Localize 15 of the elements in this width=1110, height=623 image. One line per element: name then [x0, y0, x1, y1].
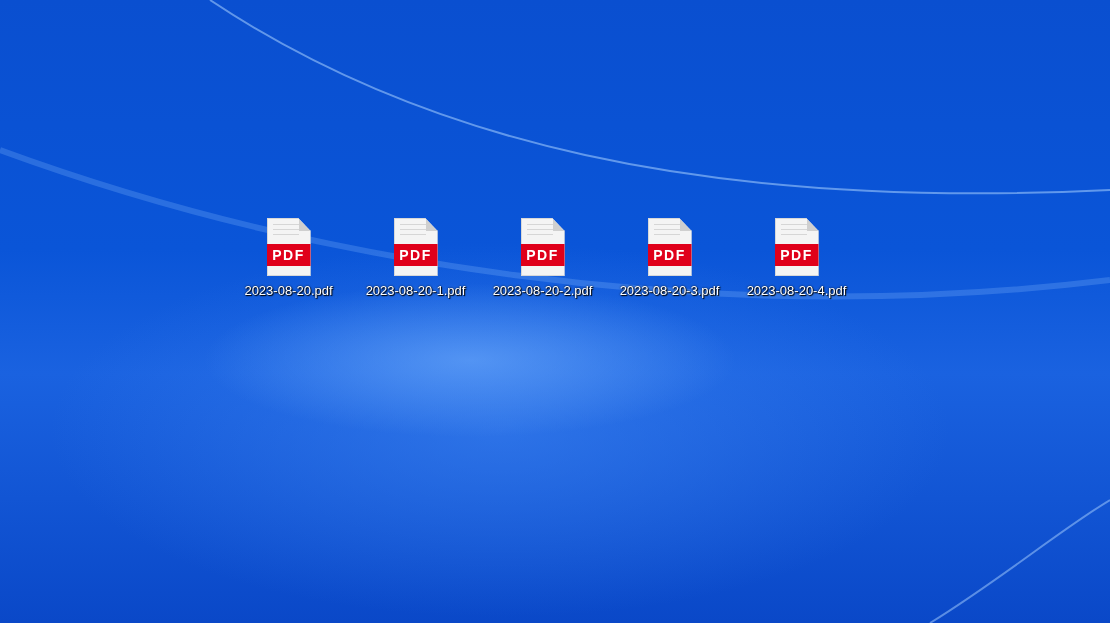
- pdf-file-icon: PDF: [647, 218, 692, 276]
- pdf-file-icon: PDF: [393, 218, 438, 276]
- file-name: 2023-08-20-4.pdf: [746, 283, 847, 298]
- desktop-file-icon[interactable]: PDF 2023-08-20-3.pdf: [606, 218, 733, 298]
- file-name: 2023-08-20-3.pdf: [619, 283, 720, 298]
- desktop-file-icon[interactable]: PDF 2023-08-20.pdf: [225, 218, 352, 298]
- desktop-file-icon[interactable]: PDF 2023-08-20-1.pdf: [352, 218, 479, 298]
- desktop-file-icon[interactable]: PDF 2023-08-20-4.pdf: [733, 218, 860, 298]
- desktop-file-icon[interactable]: PDF 2023-08-20-2.pdf: [479, 218, 606, 298]
- file-name: 2023-08-20-1.pdf: [365, 283, 466, 298]
- pdf-file-icon: PDF: [520, 218, 565, 276]
- pdf-file-icon: PDF: [266, 218, 311, 276]
- pdf-file-icon: PDF: [774, 218, 819, 276]
- file-name: 2023-08-20-2.pdf: [492, 283, 593, 298]
- file-name: 2023-08-20.pdf: [244, 283, 333, 298]
